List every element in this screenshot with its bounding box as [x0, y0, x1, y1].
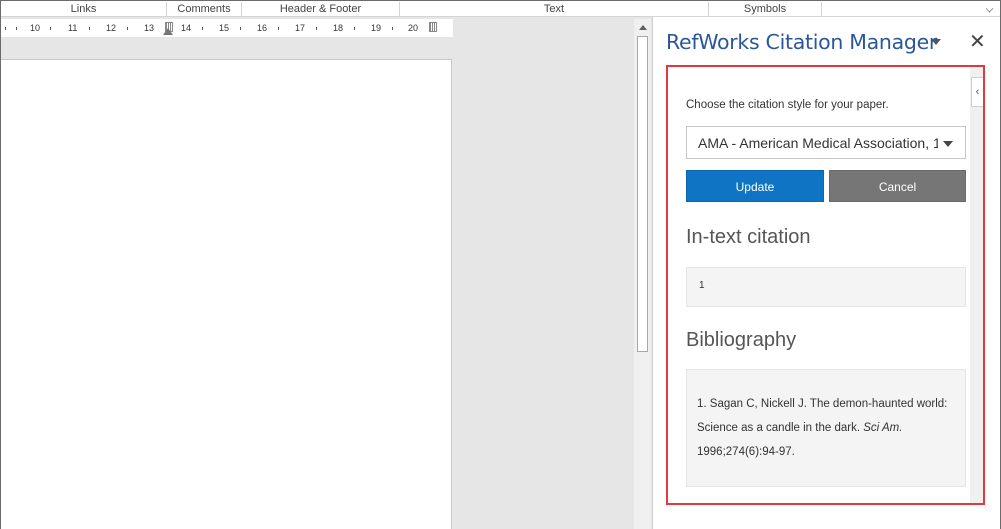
update-button[interactable]: Update — [686, 170, 824, 202]
ribbon-group-labels: Links Comments Header & Footer Text Symb… — [1, 1, 1000, 17]
collapse-pane-icon[interactable]: ‹ — [971, 77, 983, 107]
ribbon-group-header-footer: Header & Footer — [242, 2, 400, 16]
refworks-task-pane: RefWorks Citation Manager ✕ Choose the c… — [652, 17, 1000, 529]
pane-options-dropdown-icon[interactable] — [931, 39, 941, 45]
addin-content: Choose the citation style for your paper… — [668, 67, 970, 503]
hanging-indent-marker[interactable] — [163, 28, 173, 35]
ruler-tick — [278, 27, 279, 30]
bibliography-entry-text: 1. Sagan C, Nickell J. The demon-haunted… — [697, 398, 948, 434]
addin-frame: Choose the citation style for your paper… — [666, 65, 985, 505]
bibliography-journal: Sci Am. — [863, 422, 903, 434]
document-area: 10 11 12 13 14 15 16 17 18 19 20 — [1, 17, 652, 529]
close-icon[interactable]: ✕ — [969, 29, 986, 53]
ruler-number: 11 — [68, 23, 78, 33]
bibliography-entry: 1. Sagan C, Nickell J. The demon-haunted… — [697, 392, 959, 464]
ruler-tick — [127, 27, 128, 30]
ruler-number: 19 — [371, 23, 382, 33]
document-vertical-scrollbar[interactable] — [634, 19, 651, 529]
ruler-tick — [89, 27, 90, 30]
ribbon-collapse-icon[interactable] — [985, 4, 994, 13]
scrollbar-thumb[interactable] — [637, 36, 648, 352]
ruler-tick — [5, 27, 6, 30]
ribbon-group-comments: Comments — [167, 2, 242, 16]
ruler-tick — [316, 27, 317, 30]
horizontal-ruler[interactable]: 10 11 12 13 14 15 16 17 18 19 20 — [1, 19, 453, 37]
bibliography-heading: Bibliography — [686, 329, 797, 351]
citation-style-select[interactable]: AMA - American Medical Association, 10th… — [686, 126, 966, 159]
ruler-tick — [240, 27, 241, 30]
ribbon-group-text: Text — [400, 2, 709, 16]
ruler-tick — [16, 27, 17, 30]
ribbon-group-links: Links — [1, 2, 167, 16]
ribbon-group-symbols: Symbols — [709, 2, 822, 16]
pane-title: RefWorks Citation Manager — [666, 30, 938, 54]
ruler-tick — [354, 27, 355, 30]
ruler-number: 12 — [106, 23, 117, 33]
ruler-number: 13 — [144, 23, 155, 33]
intext-citation-heading: In-text citation — [686, 226, 811, 248]
ruler-number: 10 — [30, 23, 41, 33]
ruler-number: 18 — [333, 23, 344, 33]
scroll-up-icon[interactable] — [639, 25, 647, 30]
intext-citation-preview: 1 — [686, 267, 966, 307]
ruler-tick — [202, 27, 203, 30]
citation-style-value: AMA - American Medical Association, 10th… — [698, 135, 938, 151]
bibliography-preview: 1. Sagan C, Nickell J. The demon-haunted… — [686, 369, 966, 487]
ruler-number: 15 — [219, 23, 230, 33]
intext-citation-value: 1 — [699, 280, 705, 291]
ruler-tick — [50, 27, 51, 30]
ruler-number: 17 — [295, 23, 306, 33]
bibliography-entry-details: 1996;274(6):94-97. — [697, 446, 795, 458]
ruler-number: 20 — [408, 23, 419, 33]
citation-style-prompt: Choose the citation style for your paper… — [686, 99, 889, 111]
chevron-down-icon — [943, 141, 953, 147]
ruler-number: 16 — [257, 23, 268, 33]
ruler-tick — [392, 27, 393, 30]
cancel-button[interactable]: Cancel — [829, 170, 966, 202]
document-page[interactable] — [1, 59, 452, 529]
ruler-number: 14 — [181, 23, 192, 33]
addin-scrollbar[interactable] — [971, 67, 983, 503]
right-indent-marker[interactable] — [429, 22, 437, 32]
